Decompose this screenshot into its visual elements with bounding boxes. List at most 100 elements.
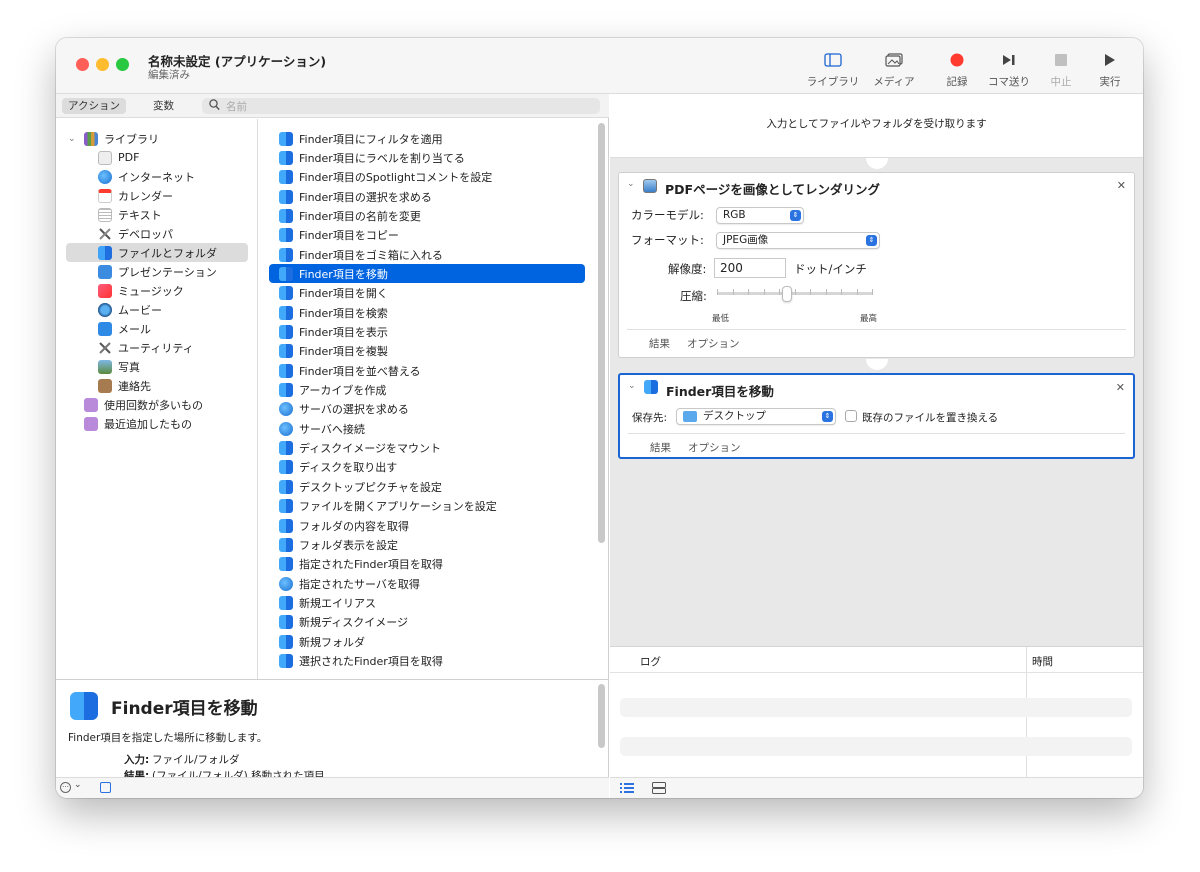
library-item-mail[interactable]: メール: [98, 319, 253, 338]
library-item-calendar[interactable]: カレンダー: [98, 186, 253, 205]
close-icon[interactable]: ✕: [1116, 381, 1125, 394]
action-list-item[interactable]: フォルダの内容を取得: [269, 516, 585, 535]
action-list-item[interactable]: 選択されたFinder項目を取得: [269, 651, 585, 670]
library-item-developer[interactable]: デベロッパ: [98, 224, 253, 243]
minimize-window-button[interactable]: [96, 58, 109, 71]
split-view-icon[interactable]: [652, 782, 666, 797]
chevron-down-icon[interactable]: ⌄: [627, 179, 635, 189]
library-item-internet[interactable]: インターネット: [98, 167, 253, 186]
preview-app-icon: [643, 179, 657, 193]
search-field[interactable]: 名前: [202, 98, 600, 114]
action-list-item[interactable]: 新規フォルダ: [269, 632, 585, 651]
action-list-item[interactable]: サーバへ接続: [269, 419, 585, 438]
library-toolbar-button[interactable]: ライブラリ: [805, 50, 861, 89]
list-view-icon[interactable]: [620, 782, 634, 797]
action-list-item[interactable]: Finder項目を開く: [269, 284, 585, 303]
stop-toolbar-button[interactable]: 中止: [1033, 50, 1089, 89]
chevron-down-icon[interactable]: ⌄: [74, 780, 82, 790]
library-item-photos[interactable]: 写真: [98, 357, 253, 376]
action-card-move-finder-items[interactable]: ⌄ Finder項目を移動 ✕ 保存先: デスクトップ ⇕ 既存のファイルを置き…: [618, 373, 1135, 459]
action-list-item[interactable]: Finder項目のSpotlightコメントを設定: [269, 168, 585, 187]
action-list-item[interactable]: Finder項目を検索: [269, 303, 585, 322]
description-scrollbar[interactable]: [598, 684, 605, 748]
library-item-pdf[interactable]: PDF: [98, 148, 253, 167]
action-list-item[interactable]: Finder項目を表示: [269, 323, 585, 342]
action-list-item[interactable]: 新規エイリアス: [269, 593, 585, 612]
library-item-utilities[interactable]: ユーティリティ: [98, 338, 253, 357]
actions-tab[interactable]: アクション: [62, 98, 126, 114]
action-list-item[interactable]: サーバの選択を求める: [269, 400, 585, 419]
workflow-connector: [866, 158, 888, 169]
action-list-item[interactable]: Finder項目にラベルを割り当てる: [269, 148, 585, 167]
results-tab[interactable]: 結果: [650, 440, 671, 455]
run-toolbar-button[interactable]: 実行: [1082, 50, 1138, 89]
action-list-item-label: ディスクイメージをマウント: [299, 442, 442, 456]
library-item-text[interactable]: テキスト: [98, 205, 253, 224]
library-item-label: インターネット: [118, 170, 195, 184]
slider-tick: [841, 289, 842, 295]
replace-existing-checkbox[interactable]: [845, 410, 857, 422]
action-list-item[interactable]: Finder項目を移動: [269, 264, 585, 284]
library-item-files-folders[interactable]: ファイルとフォルダ: [66, 243, 248, 262]
actions-scrollbar[interactable]: [598, 123, 605, 543]
workflow-connector: [866, 359, 888, 370]
zoom-window-button[interactable]: [116, 58, 129, 71]
media-toolbar-button[interactable]: メディア: [866, 50, 922, 89]
library-item-contacts[interactable]: 連絡先: [98, 376, 253, 395]
close-icon[interactable]: ✕: [1117, 179, 1126, 192]
action-list-item[interactable]: Finder項目をコピー: [269, 226, 585, 245]
description-toggle-icon[interactable]: [100, 782, 111, 793]
library-item-movie[interactable]: ムービー: [98, 300, 253, 319]
input-label: 入力:: [124, 754, 150, 766]
action-list-item[interactable]: デスクトップピクチャを設定: [269, 477, 585, 496]
finder-icon: [279, 325, 293, 339]
results-tab[interactable]: 結果: [649, 336, 670, 351]
chevron-down-icon[interactable]: ⌄: [628, 381, 636, 391]
action-list-item[interactable]: 指定されたサーバを取得: [269, 574, 585, 593]
log-column-header[interactable]: ログ: [640, 654, 661, 669]
step-toolbar-button[interactable]: コマ送り: [981, 50, 1037, 89]
finder-icon: [279, 150, 293, 165]
destination-popup[interactable]: デスクトップ ⇕: [676, 408, 836, 425]
action-list-item[interactable]: Finder項目をゴミ箱に入れる: [269, 245, 585, 264]
record-toolbar-label: 記録: [946, 76, 968, 88]
options-tab[interactable]: オプション: [688, 440, 741, 455]
action-list-item[interactable]: Finder項目にフィルタを適用: [269, 129, 585, 148]
log-panel: ログ 時間: [610, 646, 1143, 778]
options-tab[interactable]: オプション: [687, 336, 740, 351]
action-list-item[interactable]: ディスクイメージをマウント: [269, 439, 585, 458]
action-list-item[interactable]: アーカイブを作成: [269, 381, 585, 400]
variables-tab[interactable]: 変数: [147, 98, 180, 114]
action-list-item[interactable]: ファイルを開くアプリケーションを設定: [269, 497, 585, 516]
format-popup[interactable]: JPEG画像 ⇕: [716, 232, 880, 249]
action-card-render-pdf[interactable]: ⌄ PDFページを画像としてレンダリング ✕ カラーモデル: RGB ⇕ フォー…: [618, 172, 1135, 358]
library-item-music[interactable]: ミュージック: [98, 281, 253, 300]
smart-group-recently-added[interactable]: 最近追加したもの: [84, 414, 253, 433]
more-options-icon[interactable]: ···: [60, 782, 71, 793]
library-root-row[interactable]: ⌄ ライブラリ: [68, 129, 253, 148]
smart-group-most-used[interactable]: 使用回数が多いもの: [84, 395, 253, 414]
action-list-item[interactable]: Finder項目を並べ替える: [269, 361, 585, 380]
finder-icon: [279, 363, 293, 378]
close-window-button[interactable]: [76, 58, 89, 71]
compression-slider[interactable]: [717, 285, 873, 303]
action-list-item[interactable]: Finder項目の名前を変更: [269, 206, 585, 225]
action-list-item-label: アーカイブを作成: [299, 384, 387, 398]
action-list-item[interactable]: 指定されたFinder項目を取得: [269, 555, 585, 574]
color-model-popup[interactable]: RGB ⇕: [716, 207, 804, 224]
action-list-item[interactable]: フォルダ表示を設定: [269, 535, 585, 554]
replace-existing-label: 既存のファイルを置き換える: [862, 412, 999, 424]
library-item-label: ユーティリティ: [118, 341, 194, 355]
compression-min-label: 最低: [712, 314, 730, 324]
action-description: Finder項目を移動 Finder項目を指定した場所に移動します。 入力: フ…: [56, 679, 609, 777]
action-list-item[interactable]: Finder項目の選択を求める: [269, 187, 585, 206]
library-item-presentation[interactable]: プレゼンテーション: [98, 262, 253, 281]
time-column-header[interactable]: 時間: [1032, 654, 1053, 669]
record-toolbar-button[interactable]: 記録: [929, 50, 985, 89]
action-list-item[interactable]: ディスクを取り出す: [269, 458, 585, 477]
action-list-item[interactable]: 新規ディスクイメージ: [269, 613, 585, 632]
resolution-field[interactable]: 200: [714, 258, 786, 278]
slider-knob[interactable]: [782, 286, 793, 302]
action-list-item[interactable]: Finder項目を複製: [269, 342, 585, 361]
log-row: [620, 737, 1132, 756]
